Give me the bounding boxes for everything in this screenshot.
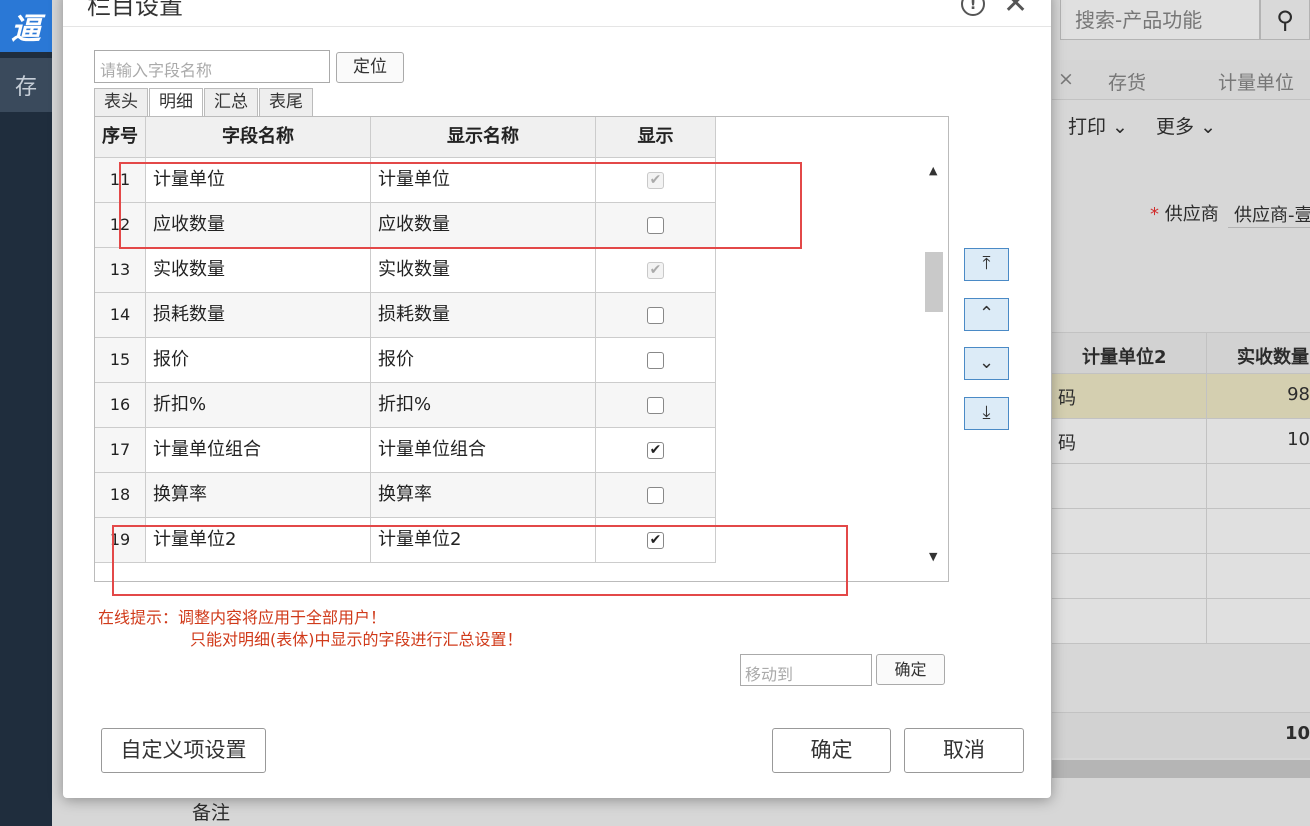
display-name-cell[interactable]: 计量单位2: [371, 518, 596, 563]
show-checkbox[interactable]: [647, 306, 664, 324]
tab-detail[interactable]: 明细: [149, 88, 203, 116]
help-icon[interactable]: !: [961, 0, 985, 16]
display-name-cell[interactable]: 计量单位: [371, 158, 596, 203]
display-name-cell[interactable]: 实收数量: [371, 248, 596, 293]
hint-line-1: 在线提示：调整内容将应用于全部用户！: [98, 608, 387, 627]
move-to-input[interactable]: 移动到: [740, 654, 872, 686]
field-grid: 序号 字段名称 显示名称 显示 11 计量单位 计量单位 ✔ 12 应收数量 应收数量 13 实…: [94, 116, 949, 582]
row-number: 17: [95, 428, 146, 473]
show-cell: ✔: [596, 518, 716, 563]
app-logo: 逼: [0, 0, 52, 52]
scroll-up-icon[interactable]: ▲: [929, 164, 937, 177]
tab-footer[interactable]: 表尾: [259, 88, 313, 116]
grid-row[interactable]: 14 损耗数量 损耗数量: [95, 293, 716, 338]
hint-line-2: 只能对明细(表体)中显示的字段进行汇总设置！: [190, 630, 523, 649]
field-name-cell[interactable]: 计量单位组合: [146, 428, 371, 473]
tab-summary[interactable]: 汇总: [204, 88, 258, 116]
field-name-cell[interactable]: 应收数量: [146, 203, 371, 248]
grid-row[interactable]: 11 计量单位 计量单位 ✔: [95, 158, 716, 203]
locate-button[interactable]: 定位: [336, 52, 404, 83]
grid-row[interactable]: 13 实收数量 实收数量 ✔: [95, 248, 716, 293]
tab-header[interactable]: 表头: [94, 88, 148, 116]
show-cell: [596, 473, 716, 518]
scroll-down-icon[interactable]: ▼: [929, 550, 937, 563]
show-checkbox[interactable]: [647, 216, 664, 234]
col-field-name: 字段名称: [146, 117, 371, 158]
row-number: 15: [95, 338, 146, 383]
field-name-cell[interactable]: 计量单位2: [146, 518, 371, 563]
grid-row[interactable]: 19 计量单位2 计量单位2 ✔: [95, 518, 716, 563]
sidebar: 逼 存: [0, 0, 52, 826]
show-cell: [596, 293, 716, 338]
grid-row[interactable]: 12 应收数量 应收数量: [95, 203, 716, 248]
field-name-cell[interactable]: 报价: [146, 338, 371, 383]
grid-row[interactable]: 16 折扣% 折扣%: [95, 383, 716, 428]
display-name-cell[interactable]: 损耗数量: [371, 293, 596, 338]
show-cell: [596, 338, 716, 383]
show-checkbox[interactable]: ✔: [647, 531, 664, 549]
show-cell: ✔: [596, 158, 716, 203]
show-cell: [596, 383, 716, 428]
row-number: 12: [95, 203, 146, 248]
settings-tabs: 表头 明细 汇总 表尾: [94, 88, 314, 116]
field-search-input[interactable]: 请输入字段名称: [94, 50, 330, 83]
field-name-cell[interactable]: 折扣%: [146, 383, 371, 428]
row-number: 19: [95, 518, 146, 563]
dialog-title: 栏目设置: [87, 0, 183, 20]
show-checkbox[interactable]: [647, 396, 664, 414]
show-cell: [596, 203, 716, 248]
col-no: 序号: [95, 117, 146, 158]
row-number: 13: [95, 248, 146, 293]
column-settings-dialog: 栏目设置 ! ✕ 请输入字段名称 定位 表头 明细 汇总 表尾 序号 字段名称 …: [63, 0, 1051, 798]
grid-row[interactable]: 18 换算率 换算率: [95, 473, 716, 518]
move-top-button[interactable]: ⤒: [964, 248, 1009, 281]
display-name-cell[interactable]: 应收数量: [371, 203, 596, 248]
display-name-cell[interactable]: 折扣%: [371, 383, 596, 428]
field-name-cell[interactable]: 实收数量: [146, 248, 371, 293]
show-checkbox[interactable]: [647, 351, 664, 369]
show-cell: ✔: [596, 428, 716, 473]
grid-row[interactable]: 15 报价 报价: [95, 338, 716, 383]
divider: [63, 26, 1051, 27]
move-down-button[interactable]: ⌄: [964, 347, 1009, 380]
ok-button[interactable]: 确定: [772, 728, 891, 773]
move-to-confirm-button[interactable]: 确定: [876, 654, 945, 685]
row-number: 11: [95, 158, 146, 203]
display-name-cell[interactable]: 换算率: [371, 473, 596, 518]
row-number: 14: [95, 293, 146, 338]
move-up-button[interactable]: ⌃: [964, 298, 1009, 331]
row-number: 16: [95, 383, 146, 428]
display-name-cell[interactable]: 计量单位组合: [371, 428, 596, 473]
show-checkbox: ✔: [647, 171, 664, 189]
grid-header: 序号 字段名称 显示名称 显示: [95, 117, 716, 158]
col-display-name: 显示名称: [371, 117, 596, 158]
display-name-cell[interactable]: 报价: [371, 338, 596, 383]
field-name-cell[interactable]: 损耗数量: [146, 293, 371, 338]
custom-fields-button[interactable]: 自定义项设置: [101, 728, 266, 773]
sidebar-item-inventory[interactable]: 存: [0, 58, 52, 112]
show-checkbox[interactable]: [647, 486, 664, 504]
col-show: 显示: [596, 117, 716, 158]
vertical-scrollbar[interactable]: ▲ ▼: [921, 158, 948, 581]
grid-row[interactable]: 17 计量单位组合 计量单位组合 ✔: [95, 428, 716, 473]
show-checkbox: ✔: [647, 261, 664, 279]
show-cell: ✔: [596, 248, 716, 293]
cancel-button[interactable]: 取消: [904, 728, 1024, 773]
field-name-cell[interactable]: 计量单位: [146, 158, 371, 203]
show-checkbox[interactable]: ✔: [647, 441, 664, 459]
close-icon[interactable]: ✕: [1003, 0, 1028, 21]
online-hint: 在线提示：调整内容将应用于全部用户！ 只能对明细(表体)中显示的字段进行汇总设置…: [98, 607, 523, 651]
field-name-cell[interactable]: 换算率: [146, 473, 371, 518]
row-number: 18: [95, 473, 146, 518]
scroll-thumb[interactable]: [925, 252, 943, 312]
grid-body: 11 计量单位 计量单位 ✔ 12 应收数量 应收数量 13 实收数量 实收数量 ✔ 14 损耗数量 损耗…: [95, 158, 716, 563]
move-bottom-button[interactable]: ⤓: [964, 397, 1009, 430]
